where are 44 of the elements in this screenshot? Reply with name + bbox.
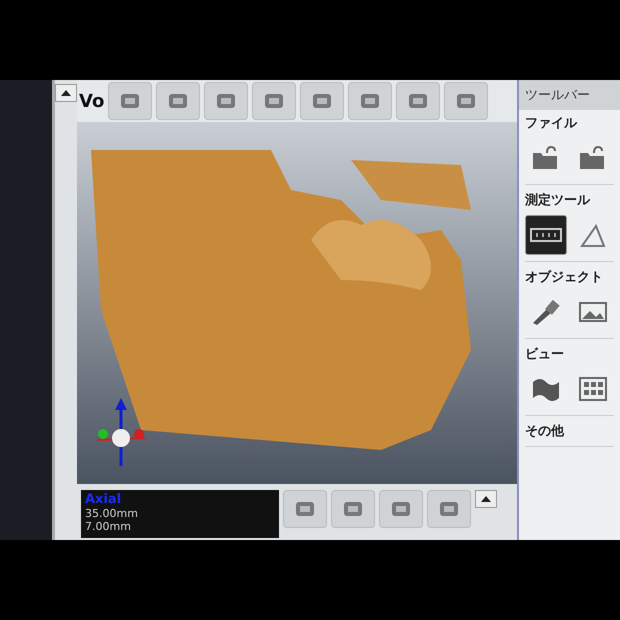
tool-icon [313, 94, 332, 108]
section-heading: 測定ツール [525, 192, 592, 209]
image-icon [578, 299, 608, 325]
toolbar-button[interactable] [348, 82, 392, 120]
measurement-text: 35.00mm [85, 507, 139, 520]
tool-button[interactable] [525, 215, 566, 255]
tool-icon [296, 502, 314, 516]
tool-icon [217, 94, 236, 108]
panel-tab[interactable]: ツールバー [519, 80, 620, 110]
tool-icon [121, 94, 140, 108]
tool-icon [392, 502, 410, 516]
toolbar-button[interactable] [252, 82, 296, 120]
toolbar-button[interactable] [379, 490, 423, 528]
toolbar-button[interactable] [331, 490, 375, 528]
tool-icon [361, 94, 380, 108]
tool-icon [409, 94, 428, 108]
scroll-up-button[interactable] [55, 84, 77, 102]
toolbar-button[interactable] [300, 82, 344, 120]
scroll-up-button[interactable] [475, 490, 497, 508]
grid-icon [578, 376, 608, 402]
brush-icon [530, 299, 561, 325]
toolbar-button[interactable] [283, 490, 327, 528]
tool-icon [265, 94, 284, 108]
section-heading: オブジェクト [525, 268, 604, 286]
tool-icon [457, 94, 476, 108]
view-title: Vo [79, 90, 104, 112]
surface-icon [530, 376, 561, 402]
triangle-icon [578, 222, 608, 248]
section-heading: その他 [525, 423, 566, 440]
toolbar-button[interactable] [396, 82, 440, 120]
axial-label: Axial [85, 492, 122, 507]
caret-icon [481, 496, 491, 502]
tool-icon [344, 502, 362, 516]
toolbar-button[interactable] [108, 82, 152, 120]
toolbar-button[interactable] [204, 82, 248, 120]
caret-icon [61, 90, 71, 96]
section-heading: ファイル [525, 115, 578, 132]
toolbar-button[interactable] [156, 82, 200, 120]
tool-icon [169, 94, 188, 108]
ruler-icon [528, 225, 563, 245]
toolbar-button[interactable] [444, 82, 488, 120]
tool-icon [440, 502, 458, 516]
section-heading: ビュー [525, 346, 565, 363]
measurement-text: 7.00mm [85, 520, 132, 533]
